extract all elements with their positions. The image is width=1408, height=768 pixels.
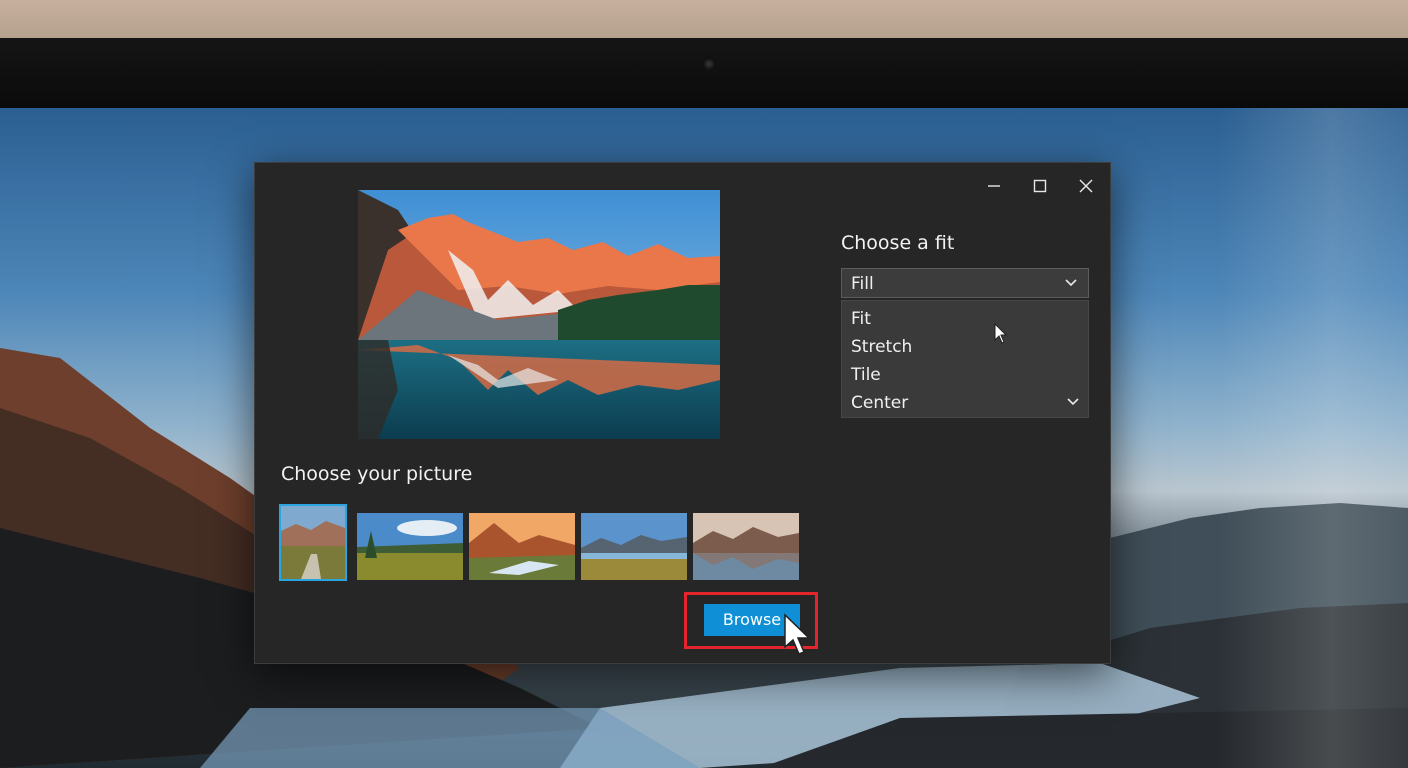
fit-dropdown-value: Fill: [851, 274, 874, 294]
wallpaper-preview: [358, 190, 720, 439]
minimize-icon: [988, 185, 1000, 187]
fit-option-center[interactable]: Center: [851, 393, 1071, 413]
window-reflection: [1218, 108, 1408, 768]
thumbnail-valley-road[interactable]: [279, 504, 347, 581]
thumbnail-sunset-river[interactable]: [469, 513, 575, 580]
maximize-icon: [1033, 179, 1047, 193]
chevron-down-icon: [1065, 279, 1077, 287]
fit-heading: Choose a fit: [841, 232, 955, 254]
fit-dropdown-list: Fit Stretch Tile Center: [841, 300, 1089, 418]
thumbnail-meadow-trees[interactable]: [357, 513, 463, 580]
mouse-cursor-icon: [994, 323, 1008, 344]
background-wall: [0, 0, 1408, 42]
thumbnail-lake-reflection-mountains[interactable]: [693, 513, 799, 580]
webcam-icon: [702, 57, 716, 71]
close-icon: [1079, 179, 1093, 193]
picture-heading: Choose your picture: [281, 463, 473, 485]
wallpaper-dialog: Choose your picture Choose a fit Fill Fi…: [254, 162, 1111, 664]
fit-option-tile[interactable]: Tile: [851, 365, 1071, 385]
mouse-cursor-icon: [784, 613, 811, 655]
fit-option-stretch[interactable]: Stretch: [851, 337, 1071, 357]
close-button[interactable]: [1069, 173, 1103, 199]
maximize-button[interactable]: [1023, 173, 1057, 199]
preview-image: [358, 190, 720, 439]
chevron-down-icon[interactable]: [1066, 395, 1080, 409]
minimize-button[interactable]: [977, 173, 1011, 199]
thumbnail-mountain-lake-field[interactable]: [581, 513, 687, 580]
fit-option-fit[interactable]: Fit: [851, 309, 1071, 329]
monitor-bezel: [0, 38, 1408, 110]
fit-dropdown[interactable]: Fill: [841, 268, 1089, 298]
